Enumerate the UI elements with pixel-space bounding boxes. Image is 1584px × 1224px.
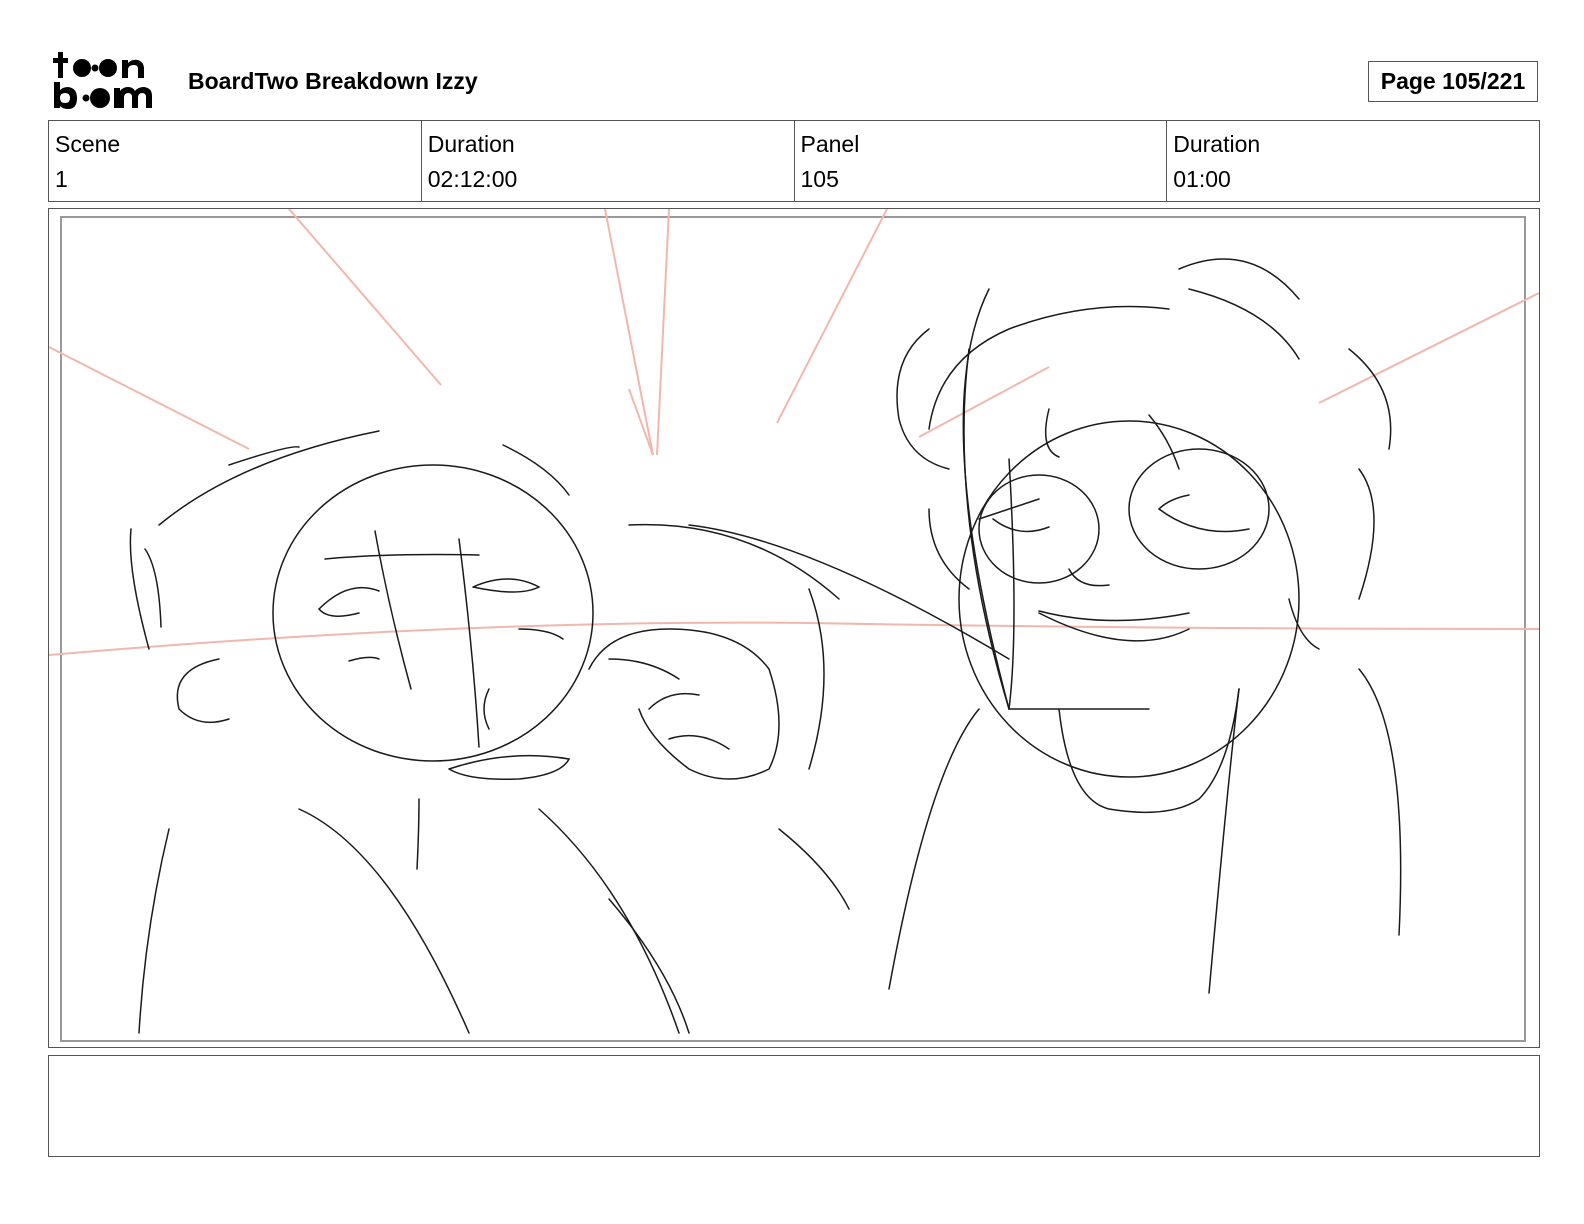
panel-cell: Panel 105 xyxy=(795,121,1168,201)
panel-info-table: Scene 1 Duration 02:12:00 Panel 105 Dura… xyxy=(48,120,1540,202)
scene-cell: Scene 1 xyxy=(49,121,422,201)
character-sketch xyxy=(129,258,1402,1034)
scene-label: Scene xyxy=(55,131,121,157)
scene-duration-cell: Duration 02:12:00 xyxy=(422,121,795,201)
perspective-guides xyxy=(49,209,1539,656)
project-title: BoardTwo Breakdown Izzy xyxy=(188,68,478,94)
panel-label: Panel xyxy=(800,131,860,157)
scene-value: 1 xyxy=(55,166,68,192)
panel-notes-box[interactable] xyxy=(48,1055,1540,1157)
panel-duration-label: Duration xyxy=(1173,131,1261,157)
page-indicator: Page 105/221 xyxy=(1368,61,1538,102)
scene-duration-value: 02:12:00 xyxy=(427,166,518,192)
toonboom-logo xyxy=(52,50,164,112)
panel-value: 105 xyxy=(800,166,839,192)
panel-duration-cell: Duration 01:00 xyxy=(1167,121,1539,201)
scene-duration-label: Duration xyxy=(427,131,515,157)
storyboard-panel xyxy=(48,208,1540,1048)
panel-duration-value: 01:00 xyxy=(1173,166,1231,192)
panel-sketch xyxy=(49,209,1539,1042)
